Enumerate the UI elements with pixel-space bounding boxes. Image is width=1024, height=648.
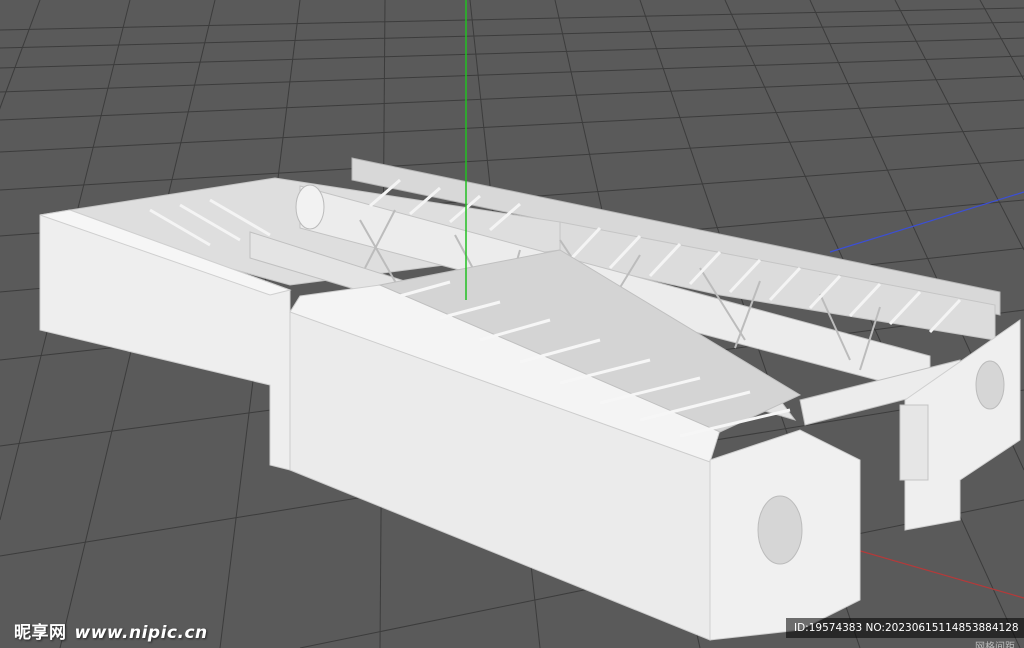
3d-viewport[interactable]: 昵享网 www.nipic.cn ID:19574383 NO:202306151… — [0, 0, 1024, 648]
right-block-opening — [975, 360, 1005, 410]
site-watermark: 昵享网 www.nipic.cn — [14, 618, 208, 643]
pipe-end-cap — [295, 184, 325, 230]
viewport-scene — [0, 0, 1024, 648]
watermark-url: www.nipic.cn — [74, 623, 208, 643]
end-block-opening — [757, 495, 803, 565]
image-id-label: ID:19574383 NO:20230615114853884128 — [786, 618, 1024, 638]
support-column — [899, 404, 929, 481]
grid-spacing-label: 网格间距 — [975, 642, 1015, 648]
watermark-brand: 昵享网 — [14, 623, 67, 643]
